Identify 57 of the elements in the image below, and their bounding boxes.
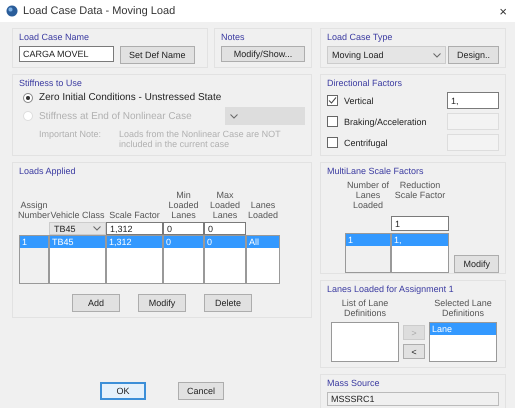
group-label: Directional Factors [327, 78, 404, 88]
note-text: Loads from the Nonlinear Case are NOT included in the current case [119, 129, 282, 149]
name-field[interactable]: CARGA MOVEL [19, 46, 114, 62]
mass-source-field[interactable]: MSSSRC1 [327, 392, 499, 406]
column-header: Assign Number [19, 199, 49, 222]
dropdown-caret-icon[interactable] [432, 52, 441, 58]
factor-field[interactable]: 1, [447, 92, 499, 109]
design-button[interactable]: Design.. [448, 46, 499, 64]
list-label: List of Lane Definitions [340, 298, 390, 320]
window-title: Load Case Data - Moving Load [23, 5, 176, 17]
app-icon [6, 5, 18, 17]
column-header: Max Loaded Lanes [208, 189, 242, 222]
column-header: Reduction Scale Factor [394, 180, 446, 202]
table-input[interactable]: 1,312 [106, 222, 163, 235]
checkbox[interactable] [327, 95, 338, 106]
dialog-button[interactable]: Cancel [178, 382, 224, 400]
dropdown-caret-icon[interactable] [93, 226, 101, 231]
column-header: Number of Lanes Loaded [346, 180, 390, 212]
group-label: Load Case Name [19, 32, 90, 42]
group-label: Load Case Type [327, 32, 394, 42]
group-label: Stiffness to Use [19, 78, 83, 88]
table-input[interactable]: 0 [163, 222, 204, 235]
modify-show-button[interactable]: Modify/Show... [221, 46, 305, 62]
group-label: Notes [221, 32, 246, 42]
checkbox[interactable] [327, 137, 338, 148]
column-header: Lanes Loaded [246, 199, 280, 222]
type-dropdown[interactable]: Moving Load [327, 46, 446, 64]
checkbox-label: Centrifugal [344, 138, 388, 148]
close-button[interactable]: × [497, 4, 509, 18]
group-label: Mass Source [327, 378, 381, 388]
group-label: Loads Applied [19, 166, 77, 176]
column-header: Vehicle Class [50, 209, 106, 222]
checkbox-label: Braking/Acceleration [344, 116, 427, 126]
table-input[interactable]: 1 [391, 216, 449, 231]
modify-button[interactable]: Modify [454, 255, 499, 273]
table-button[interactable]: Modify [138, 294, 186, 312]
checkbox[interactable] [327, 116, 338, 127]
remove-button[interactable]: < [403, 344, 425, 359]
dropdown-value: Moving Load [332, 50, 384, 60]
table-button[interactable]: Add [72, 294, 120, 312]
column-header: Min Loaded Lanes [167, 189, 200, 222]
group-label: MultiLane Scale Factors [327, 166, 425, 176]
dropdown-value: TB45 [54, 224, 76, 234]
lane-list[interactable] [331, 322, 399, 362]
dialog-button[interactable]: OK [100, 382, 146, 400]
table-input[interactable]: 0 [204, 222, 246, 235]
table-button[interactable]: Delete [204, 294, 252, 312]
column-header: Scale Factor [108, 209, 161, 222]
note-label: Important Note: [39, 129, 102, 141]
group-label: Lanes Loaded for Assignment 1 [327, 284, 455, 294]
set-def-name-button[interactable]: Set Def Name [120, 46, 195, 64]
radio-button[interactable] [23, 92, 33, 102]
vehicle-dropdown[interactable]: TB45 [49, 222, 106, 235]
radio-label: Stiffness at End of Nonlinear Case [39, 110, 192, 122]
checkbox-label: Vertical [344, 96, 374, 106]
list-label: Selected Lane Definitions [433, 298, 493, 320]
radio-label: Zero Initial Conditions - Unstressed State [39, 92, 222, 103]
